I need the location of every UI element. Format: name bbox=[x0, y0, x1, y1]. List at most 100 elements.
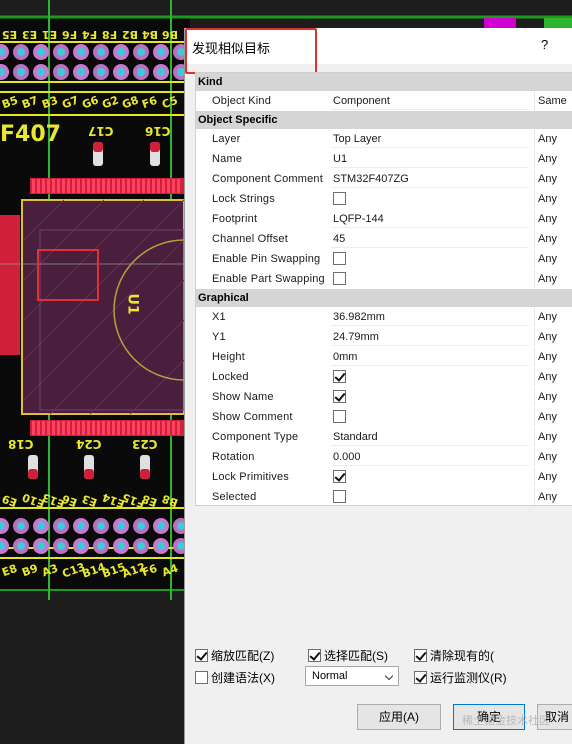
property-value[interactable]: 24.79mm bbox=[331, 328, 529, 346]
apply-button[interactable]: 应用(A) bbox=[357, 704, 441, 730]
chevron-down-icon bbox=[384, 671, 394, 681]
property-row[interactable]: Lock Strings Any bbox=[196, 189, 572, 209]
watermark: 稀土掘金技术社区 bbox=[462, 715, 550, 727]
property-checkbox[interactable] bbox=[333, 410, 346, 423]
property-name: Channel Offset bbox=[212, 233, 288, 245]
property-checkbox[interactable] bbox=[333, 470, 346, 483]
silkscreen-label: E5 bbox=[2, 28, 18, 41]
property-row[interactable]: X1 36.982mm Any bbox=[196, 307, 572, 327]
section-header[interactable]: Kind bbox=[196, 73, 572, 91]
property-row[interactable]: Object Kind Component Same bbox=[196, 91, 572, 111]
select-match-option[interactable]: 选择匹配(S) bbox=[308, 647, 388, 664]
property-value[interactable] bbox=[331, 250, 529, 268]
silkscreen-label: C24 bbox=[76, 437, 102, 451]
property-row[interactable]: Locked Any bbox=[196, 367, 572, 387]
match-condition[interactable]: Same bbox=[534, 92, 572, 110]
property-row[interactable]: Rotation 0.000 Any bbox=[196, 447, 572, 467]
match-condition[interactable]: Any bbox=[534, 210, 572, 228]
property-value[interactable]: 45 bbox=[331, 230, 529, 248]
pcb-pin bbox=[97, 179, 100, 193]
pcb-pad-hole bbox=[17, 68, 25, 76]
property-value[interactable]: 0mm bbox=[331, 348, 529, 366]
match-condition[interactable]: Any bbox=[534, 408, 572, 426]
pcb-pin bbox=[172, 179, 175, 193]
property-row[interactable]: Channel Offset 45 Any bbox=[196, 229, 572, 249]
pcb-pad-hole bbox=[97, 68, 105, 76]
help-button[interactable]: ? bbox=[541, 37, 548, 52]
clear-existing-label: 清除现有的( bbox=[430, 649, 494, 663]
property-row[interactable]: Component Type Standard Any bbox=[196, 427, 572, 447]
mode-select[interactable]: Normal bbox=[305, 666, 399, 686]
match-condition[interactable]: Any bbox=[534, 428, 572, 446]
match-condition[interactable]: Any bbox=[534, 388, 572, 406]
silkscreen-label: B6 bbox=[162, 28, 179, 41]
property-checkbox[interactable] bbox=[333, 272, 346, 285]
match-condition[interactable]: Any bbox=[534, 328, 572, 346]
clear-existing-checkbox[interactable] bbox=[414, 649, 427, 662]
property-checkbox[interactable] bbox=[333, 252, 346, 265]
property-checkbox[interactable] bbox=[333, 192, 346, 205]
property-row[interactable]: Y1 24.79mm Any bbox=[196, 327, 572, 347]
zoom-match-checkbox[interactable] bbox=[195, 649, 208, 662]
property-checkbox[interactable] bbox=[333, 490, 346, 503]
pcb-pin bbox=[92, 421, 95, 435]
match-condition[interactable]: Any bbox=[534, 368, 572, 386]
select-match-checkbox[interactable] bbox=[308, 649, 321, 662]
property-row[interactable]: Height 0mm Any bbox=[196, 347, 572, 367]
property-value[interactable]: Standard bbox=[331, 428, 529, 446]
match-condition[interactable]: Any bbox=[534, 150, 572, 168]
property-value[interactable] bbox=[331, 468, 529, 486]
property-row[interactable]: Enable Part Swapping Any bbox=[196, 269, 572, 289]
match-condition[interactable]: Any bbox=[534, 348, 572, 366]
property-value[interactable]: STM32F407ZG bbox=[331, 170, 529, 188]
property-row[interactable]: Show Name Any bbox=[196, 387, 572, 407]
property-row[interactable]: Layer Top Layer Any bbox=[196, 129, 572, 149]
property-value[interactable]: 0.000 bbox=[331, 448, 529, 466]
create-expression-option[interactable]: 创建语法(X) bbox=[195, 669, 275, 686]
property-checkbox[interactable] bbox=[333, 390, 346, 403]
property-value[interactable] bbox=[331, 388, 529, 406]
section-header[interactable]: Object Specific bbox=[196, 111, 572, 129]
property-value[interactable]: LQFP-144 bbox=[331, 210, 529, 228]
property-name: Component Comment bbox=[212, 173, 324, 185]
match-condition[interactable]: Any bbox=[534, 270, 572, 288]
run-inspector-option[interactable]: 运行监测仪(R) bbox=[414, 669, 507, 686]
property-value[interactable]: Top Layer bbox=[331, 130, 529, 148]
section-header[interactable]: Graphical bbox=[196, 289, 572, 307]
run-inspector-checkbox[interactable] bbox=[414, 671, 427, 684]
property-value[interactable]: U1 bbox=[331, 150, 529, 168]
property-value[interactable]: Component bbox=[331, 92, 529, 110]
pcb-pad-hole bbox=[77, 48, 85, 56]
property-value[interactable] bbox=[331, 408, 529, 426]
match-condition[interactable]: Any bbox=[534, 308, 572, 326]
create-expression-checkbox[interactable] bbox=[195, 671, 208, 684]
property-row[interactable]: Name U1 Any bbox=[196, 149, 572, 169]
property-value[interactable] bbox=[331, 270, 529, 288]
clear-existing-option[interactable]: 清除现有的( bbox=[414, 647, 494, 664]
property-checkbox[interactable] bbox=[333, 370, 346, 383]
zoom-match-option[interactable]: 缩放匹配(Z) bbox=[195, 647, 274, 664]
match-condition[interactable]: Any bbox=[534, 130, 572, 148]
property-row[interactable]: Footprint LQFP-144 Any bbox=[196, 209, 572, 229]
match-condition[interactable]: Any bbox=[534, 488, 572, 505]
property-value[interactable] bbox=[331, 190, 529, 208]
mode-select-value: Normal bbox=[312, 670, 348, 682]
pcb-pin bbox=[167, 179, 170, 193]
property-row[interactable]: Selected Any bbox=[196, 487, 572, 505]
property-row[interactable]: Component Comment STM32F407ZG Any bbox=[196, 169, 572, 189]
match-condition[interactable]: Any bbox=[534, 448, 572, 466]
match-condition[interactable]: Any bbox=[534, 468, 572, 486]
pcb-pad-hole bbox=[77, 522, 85, 530]
match-condition[interactable]: Any bbox=[534, 250, 572, 268]
property-value[interactable]: 36.982mm bbox=[331, 308, 529, 326]
pcb-pad-hole bbox=[37, 68, 45, 76]
property-row[interactable]: Lock Primitives Any bbox=[196, 467, 572, 487]
match-condition[interactable]: Any bbox=[534, 190, 572, 208]
match-condition[interactable]: Any bbox=[534, 170, 572, 188]
pcb-pin bbox=[122, 179, 125, 193]
property-row[interactable]: Show Comment Any bbox=[196, 407, 572, 427]
property-value[interactable] bbox=[331, 488, 529, 505]
property-row[interactable]: Enable Pin Swapping Any bbox=[196, 249, 572, 269]
property-value[interactable] bbox=[331, 368, 529, 386]
match-condition[interactable]: Any bbox=[534, 230, 572, 248]
